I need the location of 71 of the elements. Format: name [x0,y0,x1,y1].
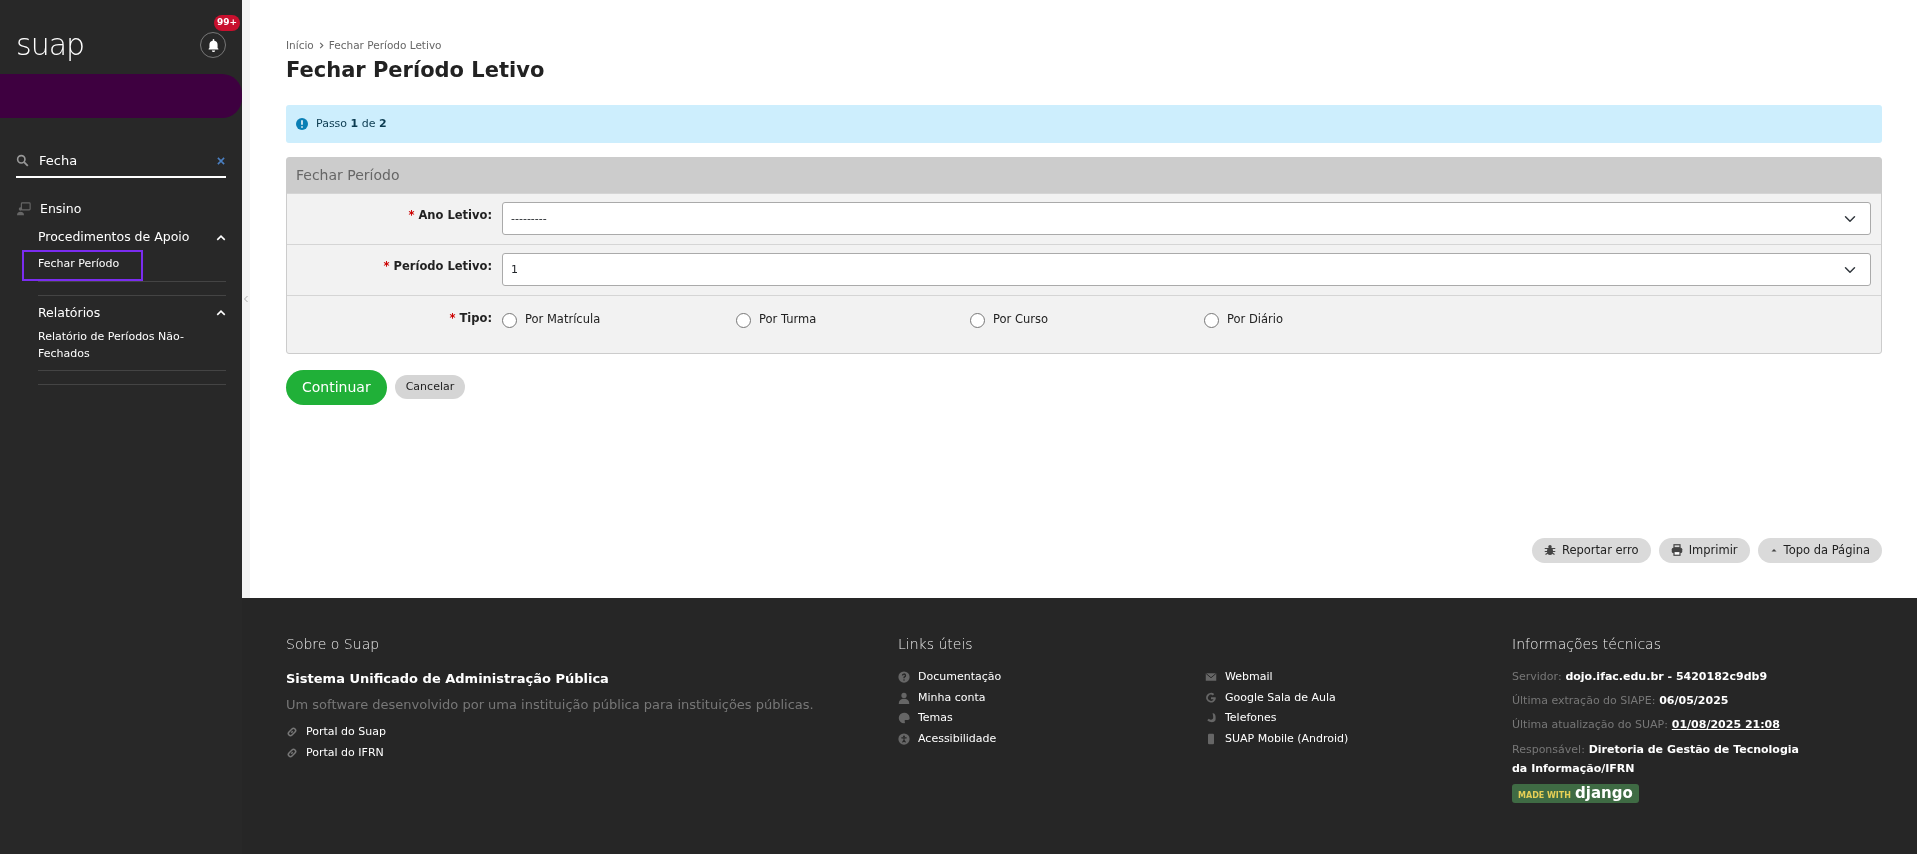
footer-link[interactable]: Telefones [1225,710,1277,727]
footer-link[interactable]: SUAP Mobile (Android) [1225,730,1349,747]
page-tool-button[interactable]: Reportar erro [1531,537,1651,563]
footer-link[interactable]: Minha conta [918,689,986,706]
footer-subtitle: Sistema Unificado de Administração Pública [286,670,610,688]
bell-icon [206,38,220,52]
palette-icon [898,712,910,725]
breadcrumb-current: Fechar Período Letivo [328,38,442,53]
menu-item[interactable]: Ensino [40,199,82,219]
logo[interactable]: suap [16,30,85,60]
search-icon [16,154,29,168]
menu-group[interactable]: Relatórios [38,303,101,323]
submenu-item[interactable]: Relatório de Períodos Não-Fechados [38,329,226,363]
close-icon [216,155,226,166]
info-label: Última atualização do SUAP: [1512,718,1668,732]
radio-button[interactable] [1204,312,1219,328]
envelope-icon [1205,671,1217,684]
submenu-item[interactable]: Fechar Período [24,252,142,279]
footer-link[interactable]: Documentação [918,669,1002,686]
page-tool-button[interactable]: Topo da Página [1757,537,1882,563]
phone-device-icon [1205,732,1217,745]
footer-link[interactable]: Acessibilidade [918,730,997,747]
footer-description: Um software desenvolvido por uma instituição pública para instituições públicas. [286,695,815,714]
footer-heading: Links úteis [898,635,974,654]
option-label: Por Diário [1227,311,1283,329]
info-line: Responsável: Diretoria de Gestão de Tecnologia da Informação/IFRN [1512,741,1800,777]
caret-up-icon [1769,546,1778,555]
dropdown[interactable]: --------- [502,202,1871,236]
phone-icon [1205,712,1217,725]
dropdown[interactable]: 1 [502,253,1871,287]
info-link[interactable]: 01/08/2025 21:08 [1671,718,1780,732]
django-badge[interactable]: MADE WITH django [1512,783,1639,803]
option-label: Por Matrícula [525,311,601,329]
field-label: * Tipo: [449,311,492,326]
cancel-button[interactable]: Cancelar [394,374,466,400]
accessibility-icon [898,732,910,745]
info-line: Servidor: dojo.ifac.edu.br - 5420182c9db9 [1512,669,1769,685]
footer-link[interactable]: Google Sala de Aula [1225,689,1336,706]
bug-icon [1543,544,1556,557]
option-label: Por Turma [759,311,817,329]
step-message: Passo 1 de 2 [316,115,387,132]
footer-heading: Informações técnicas [1512,635,1662,654]
user-icon [898,691,910,704]
page-tool-button[interactable]: Imprimir [1658,537,1750,563]
collapse-chevron-icon [242,294,250,304]
search-field[interactable]: Fecha [37,150,208,172]
menu-group[interactable]: Procedimentos de Apoio [38,228,190,247]
field-label: * Ano Letivo: [408,208,492,223]
option-label: Por Curso [993,311,1049,329]
google-icon [1205,691,1217,704]
info-icon [296,118,308,131]
form-header: Fechar Período [287,158,1881,194]
footer-heading: Sobre o Suap [286,635,381,654]
printer-icon [1670,544,1683,557]
footer-link[interactable]: Portal do Suap [306,724,386,741]
breadcrumb-link[interactable]: Início [286,38,314,54]
footer-link[interactable]: Temas [918,710,953,727]
chevron-right-icon [317,42,325,50]
notification-badge: 99+ [213,15,240,31]
presentation-icon [16,201,32,216]
page-title: Fechar Período Letivo [286,57,546,83]
radio-button[interactable] [502,312,517,328]
help-icon [898,671,910,684]
footer-link[interactable]: Portal do IFRN [306,744,384,761]
info-line: Última extração do SIAPE: 06/05/2025 [1512,693,1730,710]
radio-button[interactable] [970,312,985,328]
footer-link[interactable]: Webmail [1225,669,1273,686]
field-label: * Período Letivo: [383,259,492,274]
radio-button[interactable] [736,312,751,328]
link-icon [286,726,298,739]
link-icon [286,746,298,759]
